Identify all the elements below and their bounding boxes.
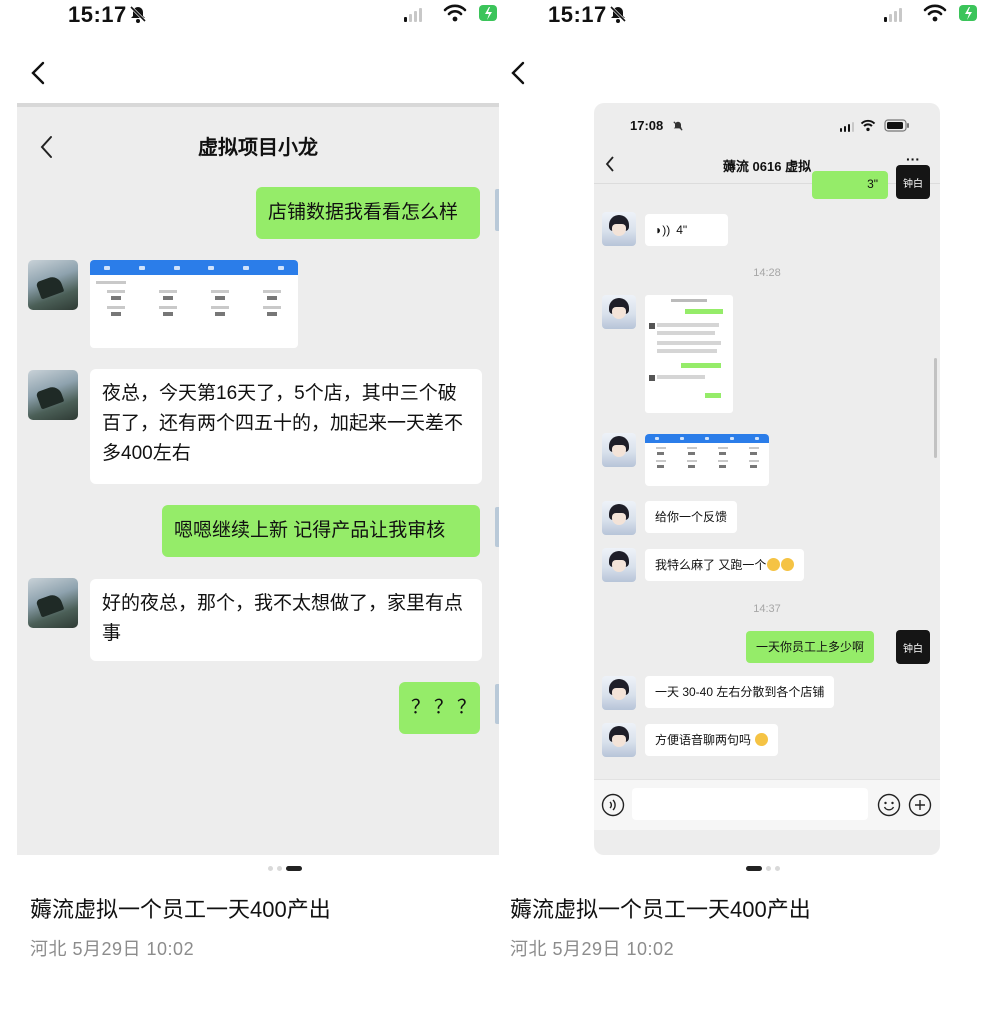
message-received: 夜总，今天第16天了，5个店，其中三个破百了，还有两个四五十的，加起来一天差不多… bbox=[90, 369, 482, 484]
message-received: 好的夜总，那个，我不太想做了，家里有点事 bbox=[90, 579, 482, 661]
battery-charging-icon bbox=[959, 5, 977, 21]
left-post: 15:17 虚拟项目小龙 店铺数据我看看怎么样 夜总，今天第16天了，5个店，其… bbox=[0, 0, 500, 1015]
chat-screenshot: 17:08 薅流 0616 虚拟 ··· 3" 钟白 ◗))4" 14:28 bbox=[594, 103, 940, 855]
chat-screenshot-image[interactable] bbox=[645, 295, 733, 413]
signal-icon bbox=[840, 122, 854, 132]
voice-duration: 3" bbox=[867, 177, 878, 191]
post-caption: 薅流虚拟一个员工一天400产出 bbox=[510, 897, 811, 922]
status-bar: 15:17 bbox=[0, 0, 500, 32]
store-dashboard-image[interactable] bbox=[90, 260, 298, 348]
timestamp: 14:28 bbox=[753, 267, 781, 279]
avatar bbox=[602, 501, 636, 535]
voice-duration: 4" bbox=[676, 223, 688, 237]
mute-bell-icon bbox=[609, 5, 627, 23]
message-received: 一天 30-40 左右分散到各个店铺 bbox=[645, 676, 835, 708]
avatar bbox=[28, 260, 78, 310]
voice-input-icon[interactable] bbox=[601, 793, 625, 817]
mute-bell-icon bbox=[129, 5, 147, 23]
message-received: 我特么麻了 又跑一个 bbox=[645, 549, 805, 581]
message-sent: 店铺数据我看看怎么样 bbox=[256, 187, 480, 239]
self-avatar: 钟白 bbox=[896, 165, 930, 199]
avatar bbox=[602, 676, 636, 710]
avatar bbox=[602, 723, 636, 757]
message-sent: 嗯嗯继续上新 记得产品让我审核 bbox=[162, 505, 480, 557]
right-post: 15:17 17:08 薅流 0616 虚拟 ··· 3" 钟白 ◗)) 4" … bbox=[480, 0, 980, 1015]
status-bar: 15:17 bbox=[480, 0, 980, 32]
post-caption: 薅流虚拟一个员工一天400产出 bbox=[30, 897, 331, 922]
chat-title: 薅流 0616 虚拟 bbox=[722, 159, 812, 174]
avatar bbox=[28, 578, 78, 628]
avatar bbox=[602, 212, 636, 246]
mute-bell-icon bbox=[673, 121, 683, 131]
store-dashboard-image[interactable] bbox=[645, 434, 769, 486]
plus-button-icon[interactable] bbox=[908, 793, 932, 817]
message-text: 我特么麻了 又跑一个 bbox=[655, 558, 767, 572]
cropped-status-strip bbox=[17, 103, 499, 107]
avatar bbox=[602, 433, 636, 467]
timestamp: 14:37 bbox=[753, 603, 781, 615]
message-sent: ？？？ bbox=[399, 682, 480, 734]
signal-icon bbox=[404, 6, 422, 22]
page-indicator bbox=[268, 866, 302, 871]
message-received: 方便语音聊两句吗 bbox=[645, 724, 779, 756]
wifi-icon bbox=[923, 4, 947, 22]
chat-title: 虚拟项目小龙 bbox=[198, 137, 318, 159]
back-arrow-icon[interactable] bbox=[28, 60, 50, 86]
status-time: 15:17 bbox=[68, 2, 127, 27]
voice-wave-icon: ◗)) bbox=[655, 223, 671, 237]
emoji-icon bbox=[767, 558, 781, 571]
status-time: 15:17 bbox=[548, 2, 607, 27]
scrollbar[interactable] bbox=[934, 358, 937, 458]
emoji-icon bbox=[781, 558, 795, 571]
header-divider bbox=[594, 183, 940, 184]
avatar bbox=[602, 548, 636, 582]
message-received: 给你一个反馈 bbox=[645, 501, 738, 533]
inner-status-time: 17:08 bbox=[630, 118, 664, 133]
wifi-icon bbox=[860, 119, 876, 132]
avatar bbox=[602, 295, 636, 329]
emoji-button-icon[interactable] bbox=[877, 793, 901, 817]
self-avatar-text: 钟白 bbox=[903, 178, 923, 190]
post-meta: 河北 5月29日 10:02 bbox=[510, 939, 675, 959]
voice-message-sent[interactable]: 3" bbox=[812, 171, 888, 199]
post-meta: 河北 5月29日 10:02 bbox=[30, 939, 195, 959]
self-avatar-text: 钟白 bbox=[903, 643, 923, 655]
battery-icon bbox=[884, 119, 909, 132]
message-sent: 一天你员工上多少啊 bbox=[746, 631, 875, 663]
self-avatar: 钟白 bbox=[896, 630, 930, 664]
signal-icon bbox=[884, 6, 902, 22]
back-arrow-icon[interactable] bbox=[508, 60, 530, 86]
input-bar bbox=[594, 779, 940, 830]
voice-message-received[interactable]: ◗)) 4" bbox=[645, 214, 728, 246]
wifi-icon bbox=[443, 4, 467, 22]
page-indicator bbox=[746, 866, 780, 871]
laughing-emoji-icon bbox=[755, 733, 769, 746]
avatar bbox=[28, 370, 78, 420]
message-text: 方便语音聊两句吗 bbox=[655, 733, 752, 747]
chat-screenshot: 虚拟项目小龙 店铺数据我看看怎么样 夜总，今天第16天了，5个店，其中三个破百了… bbox=[17, 103, 499, 855]
message-input[interactable] bbox=[632, 788, 868, 820]
